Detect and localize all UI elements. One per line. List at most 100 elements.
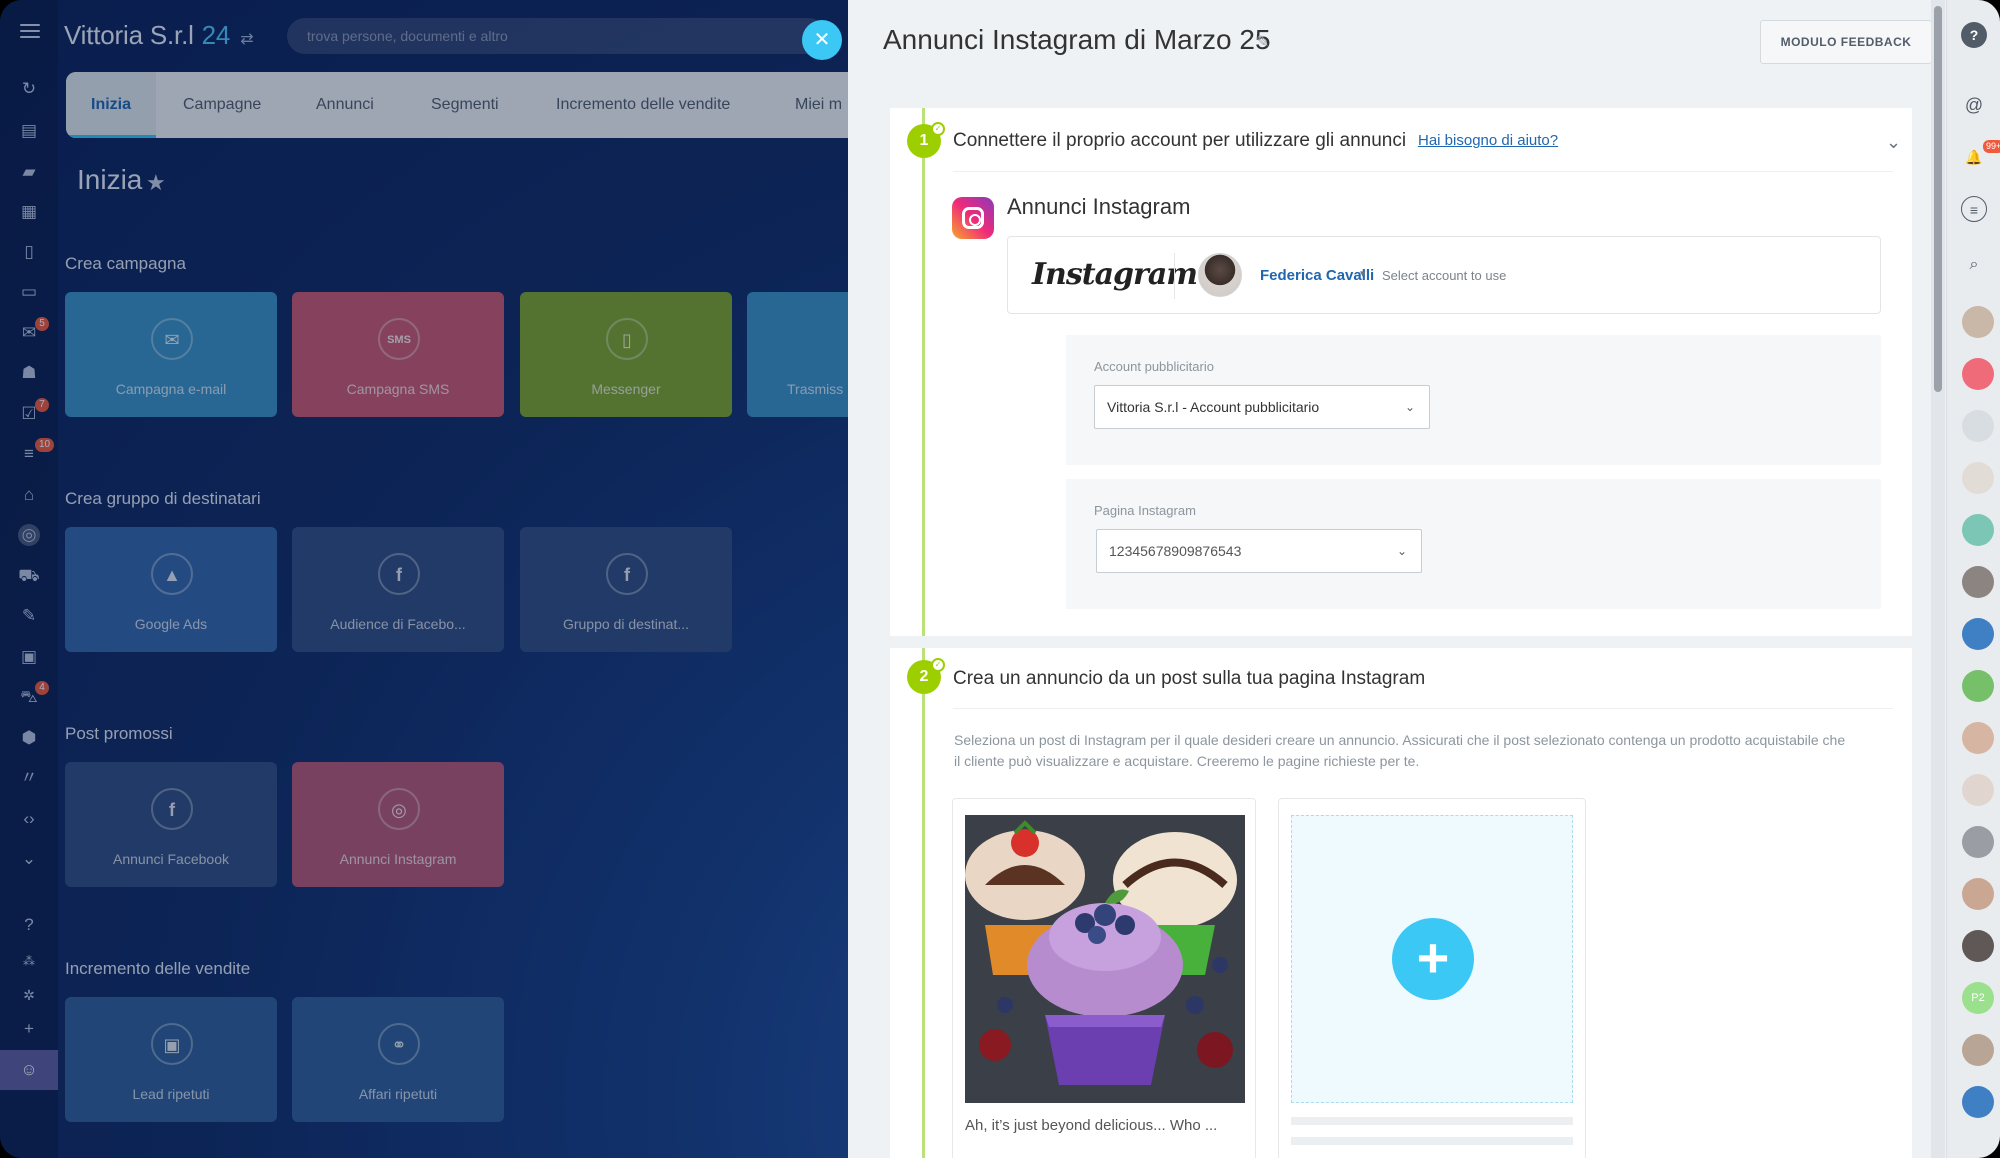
add-icon[interactable]: + bbox=[18, 1018, 40, 1040]
tab-campagne[interactable]: Campagne bbox=[183, 72, 261, 138]
tile-label: Gruppo di destinat... bbox=[562, 616, 690, 632]
chat-icon[interactable]: ▰ bbox=[18, 161, 40, 183]
tile-campagna-email[interactable]: ✉ Campagna e-mail bbox=[65, 292, 277, 417]
calendar-avatar[interactable] bbox=[1962, 1086, 1994, 1118]
feed-icon[interactable]: ↻ bbox=[18, 78, 40, 100]
edit-title-icon[interactable]: ✎ bbox=[1256, 32, 1269, 52]
instagram-wordmark: Instagram bbox=[1032, 257, 1198, 292]
post-card[interactable]: Ah, it’s just beyond delicious... Who ..… bbox=[952, 798, 1256, 1158]
avatar[interactable] bbox=[1962, 826, 1994, 858]
ad-account-select[interactable]: Vittoria S.r.l - Account pubblicitario ⌄ bbox=[1094, 385, 1430, 429]
search-input[interactable]: trova persone, documenti e altro bbox=[287, 18, 827, 54]
avatar[interactable] bbox=[1962, 410, 1994, 442]
tile-trasmissione[interactable]: Trasmiss bbox=[747, 292, 848, 417]
close-slider-button[interactable]: ✕ bbox=[802, 20, 842, 60]
step2-divider bbox=[953, 708, 1893, 709]
tile-label: Campagna SMS bbox=[346, 381, 450, 397]
tab-segmenti[interactable]: Segmenti bbox=[431, 72, 499, 138]
tile-label: Trasmiss bbox=[787, 381, 844, 397]
user-dropdown-icon[interactable]: ▾ bbox=[1360, 267, 1366, 280]
add-post-area[interactable]: + bbox=[1291, 815, 1573, 1103]
avatar[interactable] bbox=[1962, 514, 1994, 546]
more-icon[interactable]: ⌄ bbox=[18, 848, 40, 870]
collapse-chevron-icon[interactable]: ⌄ bbox=[1886, 132, 1901, 153]
portal-number: 24 bbox=[201, 20, 231, 50]
tile-annunci-facebook[interactable]: f Annunci Facebook bbox=[65, 762, 277, 887]
drive-icon[interactable]: ▭ bbox=[18, 281, 40, 303]
avatar[interactable] bbox=[1962, 358, 1994, 390]
tab-annunci[interactable]: Annunci bbox=[316, 72, 374, 138]
switch-icon[interactable]: ⇄ bbox=[240, 31, 253, 48]
tile-lead-ripetuti[interactable]: ▣ Lead ripetuti bbox=[65, 997, 277, 1122]
tile-label: Annunci Facebook bbox=[113, 851, 229, 867]
star-icon[interactable]: ★ bbox=[146, 170, 166, 196]
groups-icon[interactable]: ☗ bbox=[18, 362, 40, 384]
tasks-icon[interactable]: ▤ bbox=[18, 120, 40, 142]
avatar[interactable] bbox=[1962, 462, 1994, 494]
ig-page-label: Pagina Instagram bbox=[1094, 503, 1196, 518]
tile-affari-ripetuti[interactable]: ⚭ Affari ripetuti bbox=[292, 997, 504, 1122]
avatar[interactable] bbox=[1962, 930, 1994, 962]
ig-page-block: Pagina Instagram 12345678909876543 ⌄ bbox=[1066, 479, 1881, 609]
profile-icon[interactable]: ☺ bbox=[18, 1059, 40, 1081]
avatar[interactable] bbox=[1962, 878, 1994, 910]
mention-icon[interactable]: @ bbox=[1961, 92, 1987, 118]
avatar[interactable] bbox=[1962, 670, 1994, 702]
phone-icon: ▯ bbox=[606, 318, 648, 360]
cart-icon[interactable]: ⛟ bbox=[18, 565, 40, 587]
post-image bbox=[965, 815, 1245, 1103]
avatar[interactable] bbox=[1962, 306, 1994, 338]
tile-gruppo-destinatari[interactable]: f Gruppo di destinat... bbox=[520, 527, 732, 652]
marketing-icon[interactable]: ◎ bbox=[18, 524, 40, 546]
tile-audience-facebook[interactable]: f Audience di Facebo... bbox=[292, 527, 504, 652]
sign-icon[interactable]: ✎ bbox=[18, 605, 40, 627]
section-title-campaign: Crea campagna bbox=[65, 254, 186, 273]
tile-label: Google Ads bbox=[134, 616, 208, 632]
avatar[interactable] bbox=[1962, 566, 1994, 598]
bank-icon[interactable]: ⌂ bbox=[18, 484, 40, 506]
hierarchy-icon[interactable]: ⁂ bbox=[18, 950, 40, 972]
calendar-icon[interactable]: ▦ bbox=[18, 201, 40, 223]
tab-bar: Inizia Campagne Annunci Segmenti Increme… bbox=[66, 72, 848, 138]
user-name[interactable]: Federica Cavalli bbox=[1260, 267, 1374, 284]
section-title-audience: Crea gruppo di destinatari bbox=[65, 489, 261, 508]
help-link[interactable]: Hai bisogno di aiuto? bbox=[1418, 132, 1558, 149]
help-icon[interactable]: ? bbox=[1961, 22, 1987, 48]
instagram-icon: ◎ bbox=[378, 788, 420, 830]
code-icon[interactable]: ‹› bbox=[18, 808, 40, 830]
post-caption: Ah, it’s just beyond delicious... Who ..… bbox=[965, 1117, 1218, 1134]
step1-card: 1 ✓ Connettere il proprio account per ut… bbox=[890, 108, 1912, 636]
portal-brand[interactable]: Vittoria S.r.l 24 ⇄ bbox=[64, 20, 254, 51]
contacts-icon[interactable]: ▣ bbox=[18, 646, 40, 668]
chevron-down-icon: ⌄ bbox=[1396, 544, 1407, 558]
tab-incremento-vendite[interactable]: Incremento delle vendite bbox=[556, 72, 730, 138]
ad-account-value: Vittoria S.r.l - Account pubblicitario bbox=[1107, 399, 1320, 415]
tab-inizia[interactable]: Inizia bbox=[66, 72, 157, 138]
help-icon[interactable]: ? bbox=[18, 914, 40, 936]
avatar[interactable] bbox=[1962, 774, 1994, 806]
chat-icon[interactable]: ≡ bbox=[1961, 196, 1987, 222]
tile-annunci-instagram[interactable]: ◎ Annunci Instagram bbox=[292, 762, 504, 887]
add-post-button[interactable]: + bbox=[1392, 918, 1474, 1000]
tile-label: Affari ripetuti bbox=[358, 1086, 438, 1102]
tile-messenger[interactable]: ▯ Messenger bbox=[520, 292, 732, 417]
tab-miei[interactable]: Miei m bbox=[795, 72, 842, 138]
avatar[interactable] bbox=[1962, 722, 1994, 754]
box-icon[interactable]: ⬢ bbox=[18, 727, 40, 749]
ig-page-select[interactable]: 12345678909876543 ⌄ bbox=[1096, 529, 1422, 573]
automation-icon[interactable]: 〃 bbox=[18, 767, 40, 789]
avatar[interactable] bbox=[1962, 618, 1994, 650]
search-icon[interactable]: ⌕ bbox=[1961, 252, 1987, 278]
scrollbar-thumb[interactable] bbox=[1934, 6, 1942, 392]
tile-campagna-sms[interactable]: SMS Campagna SMS bbox=[292, 292, 504, 417]
tile-google-ads[interactable]: ▲ Google Ads bbox=[65, 527, 277, 652]
avatar[interactable] bbox=[1962, 1034, 1994, 1066]
settings-icon[interactable]: ✲ bbox=[18, 984, 40, 1006]
avatar-initials[interactable]: P2 bbox=[1962, 982, 1994, 1014]
documents-icon[interactable]: ▯ bbox=[18, 241, 40, 263]
feedback-button[interactable]: MODULO FEEDBACK bbox=[1760, 20, 1932, 64]
facebook-icon: f bbox=[151, 788, 193, 830]
menu-icon[interactable] bbox=[20, 24, 40, 38]
add-post-card[interactable]: + bbox=[1278, 798, 1586, 1158]
lead-icon: ▣ bbox=[151, 1023, 193, 1065]
